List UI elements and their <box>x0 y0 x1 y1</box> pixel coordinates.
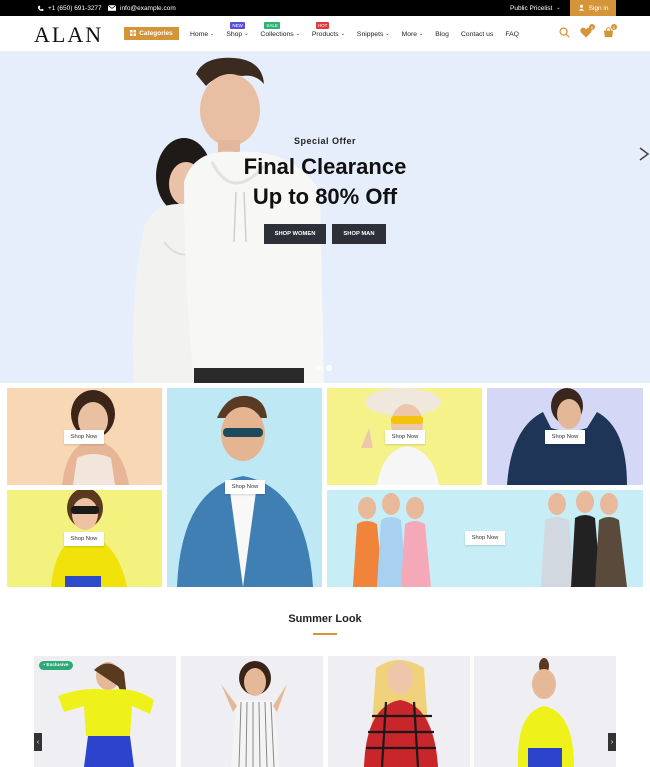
sign-in-label: Sign in <box>588 4 609 12</box>
category-tile-5[interactable]: Shop Now <box>7 490 162 587</box>
chevron-down-icon: ⌄ <box>210 31 215 37</box>
nav-item-more[interactable]: More ⌄ <box>402 31 424 38</box>
hero-title-line1: Final Clearance <box>243 154 407 179</box>
email-address: info@example.com <box>120 4 176 12</box>
hero-title-line2: Up to 80% Off <box>252 184 398 209</box>
main-header: ALAN Categories Home ⌄ Shop ⌄ NEW Collections… <box>0 16 650 52</box>
exclusive-badge: • Exclusive <box>39 661 73 670</box>
categories-button[interactable]: Categories <box>124 27 179 40</box>
hero-banner: Special Offer Final Clearance Up to 80% … <box>0 52 650 383</box>
product-card-4[interactable] <box>474 656 616 767</box>
chevron-down-icon: ⌄ <box>244 31 249 37</box>
nav-badge: NEW <box>230 21 245 29</box>
nav-item-faq[interactable]: FAQ <box>505 31 519 38</box>
categories-label: Categories <box>139 30 173 37</box>
pricelist-label: Public Pricelist <box>510 4 553 12</box>
product-card-1[interactable] <box>34 656 176 767</box>
shop-now-button[interactable]: Shop Now <box>545 430 585 444</box>
phone-icon <box>36 4 44 12</box>
slider-dots <box>316 365 332 371</box>
phone-number: +1 (650) 691-3277 <box>48 4 102 12</box>
section-divider <box>313 633 337 635</box>
cart-count: 0 <box>611 24 617 30</box>
category-tile-3[interactable]: Shop Now <box>327 388 482 485</box>
category-tile-2[interactable]: Shop Now <box>167 388 322 587</box>
chevron-down-icon: ⌄ <box>340 31 345 37</box>
carousel-next-button[interactable]: › <box>608 733 616 751</box>
site-logo[interactable]: ALAN <box>34 22 103 48</box>
nav-label: FAQ <box>505 30 519 38</box>
nav-label: Home <box>190 30 209 38</box>
pricelist-dropdown[interactable]: Public Pricelist ⌄ <box>510 0 560 16</box>
chevron-down-icon: ⌄ <box>295 31 300 37</box>
nav-item-collections[interactable]: Collections ⌄ SALE <box>260 21 300 38</box>
cart-icon[interactable]: 0 <box>602 24 617 38</box>
search-icon[interactable] <box>558 26 570 38</box>
product-card-3[interactable] <box>328 656 470 767</box>
chevron-left-icon: ‹ <box>36 738 40 746</box>
hero-subtitle: Special Offer <box>293 136 357 146</box>
nav-label: Snippets <box>356 30 384 38</box>
top-bar: +1 (650) 691-3277 info@example.com Publi… <box>0 0 650 16</box>
chevron-down-icon: ⌄ <box>385 31 390 37</box>
slider-dot-active[interactable] <box>326 365 332 371</box>
product-image <box>364 660 438 767</box>
section-title: Summer Look <box>288 613 362 625</box>
chevron-down-icon: ⌄ <box>556 5 561 11</box>
nav-label: Shop <box>226 30 243 38</box>
wishlist-count: 0 <box>589 24 595 30</box>
nav-label: Collections <box>260 30 294 38</box>
nav-item-blog[interactable]: Blog <box>435 31 449 38</box>
grid-icon <box>130 29 137 38</box>
envelope-icon <box>108 4 116 12</box>
nav-label: Contact us <box>460 30 494 38</box>
nav-item-snippets[interactable]: Snippets ⌄ <box>357 31 390 38</box>
sign-in-button[interactable]: Sign in <box>570 0 616 16</box>
wishlist-icon[interactable]: 0 <box>580 24 595 38</box>
category-tile-4[interactable]: Shop Now <box>487 388 643 485</box>
header-actions: 0 0 <box>558 24 617 38</box>
shop-now-button[interactable]: Shop Now <box>385 430 425 444</box>
nav-label: Products <box>311 30 339 38</box>
shop-now-button[interactable]: Shop Now <box>225 480 265 494</box>
chevron-right-icon: › <box>610 738 614 746</box>
shop-now-button[interactable]: Shop Now <box>64 430 104 444</box>
product-card-2[interactable] <box>181 656 323 767</box>
category-tile-6[interactable]: Shop Now <box>327 490 643 587</box>
nav-item-contact-us[interactable]: Contact us <box>461 31 494 38</box>
slider-dot[interactable] <box>316 365 322 371</box>
shop-man-button[interactable]: SHOP MAN <box>332 224 386 244</box>
nav-item-home[interactable]: Home ⌄ <box>190 31 214 38</box>
product-image <box>517 658 574 767</box>
nav-badge: SALE <box>264 21 280 29</box>
category-tile-1[interactable]: Shop Now <box>7 388 162 485</box>
nav-item-products[interactable]: Products ⌄ HOT <box>311 21 345 38</box>
main-navigation: Home ⌄ Shop ⌄ NEW Collections ⌄ SALE Products ⌄ HO… <box>190 16 531 52</box>
nav-label: More <box>401 30 418 38</box>
product-image <box>58 662 154 767</box>
email-contact[interactable]: info@example.com <box>108 0 176 16</box>
carousel-prev-button[interactable]: ‹ <box>34 733 42 751</box>
nav-badge: HOT <box>315 21 330 29</box>
shop-now-button[interactable]: Shop Now <box>64 532 104 546</box>
user-icon <box>578 4 585 13</box>
phone-contact[interactable]: +1 (650) 691-3277 <box>36 0 102 16</box>
shop-now-button[interactable]: Shop Now <box>465 531 505 545</box>
nav-item-shop[interactable]: Shop ⌄ NEW <box>226 21 249 38</box>
hero-title: Final Clearance Up to 80% Off <box>210 152 440 212</box>
nav-label: Blog <box>435 30 449 38</box>
shop-women-button[interactable]: SHOP WOMEN <box>264 224 326 244</box>
product-image <box>221 661 287 767</box>
next-slide-arrow-icon[interactable] <box>638 144 650 164</box>
hero-couple-image <box>132 57 324 383</box>
chevron-down-icon: ⌄ <box>419 31 424 37</box>
